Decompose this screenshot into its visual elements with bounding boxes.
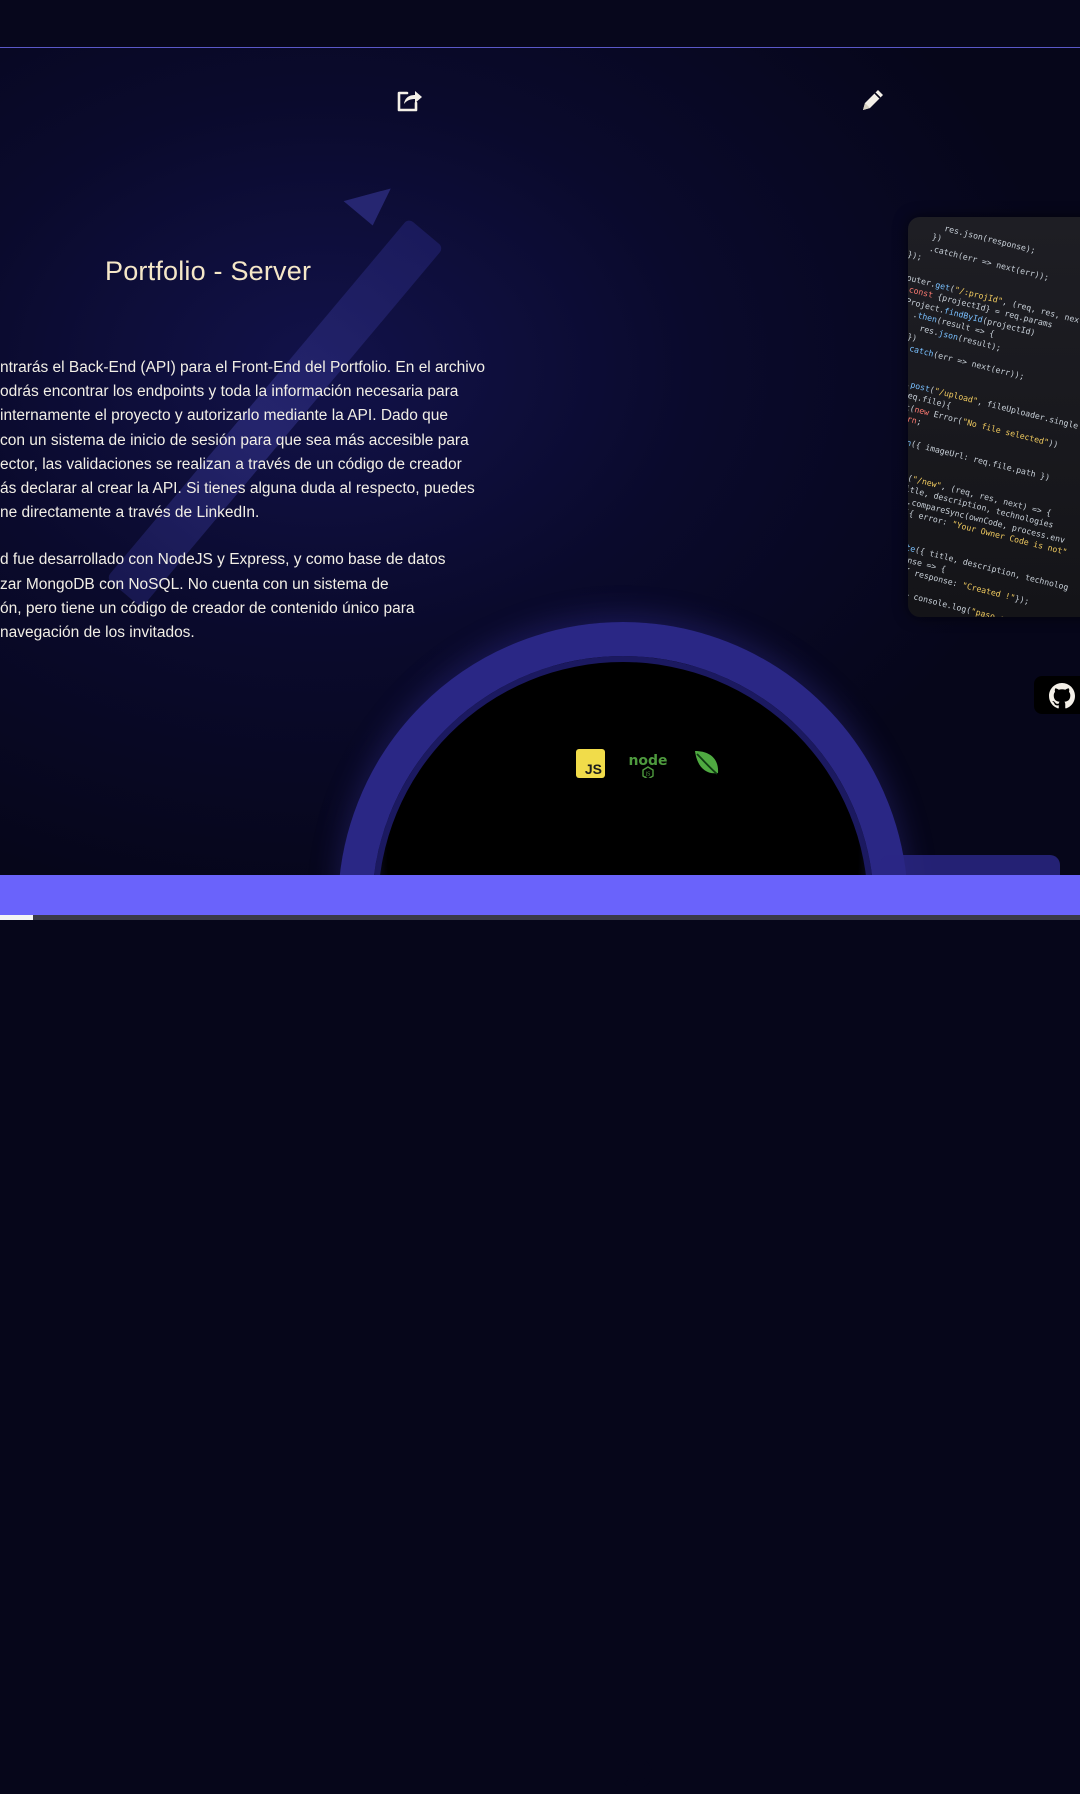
project-screenshot-code: 11 res.json(response); 12 }) 13 .catch(e… (908, 217, 1080, 617)
window-scroll-strip (0, 915, 1080, 920)
description-line: ector, las validaciones se realizan a tr… (0, 455, 462, 473)
github-icon (1049, 683, 1075, 709)
github-side-link[interactable] (1034, 676, 1080, 714)
description-line: ás declarar al crear la API. Si tienes a… (0, 480, 475, 498)
js-icon-label: JS (584, 761, 602, 777)
window-scroll-thumb[interactable] (0, 915, 33, 920)
code-image-content: 11 res.json(response); 12 }) 13 .catch(e… (908, 217, 1080, 617)
project-description: ntrarás el Back-End (API) para el Front-… (0, 356, 496, 668)
project-title: Portfolio - Server (105, 256, 312, 286)
description-paragraph-2: d fue desarrollado con NodeJS y Express,… (0, 548, 496, 645)
description-line: d fue desarrollado con NodeJS y Express,… (0, 551, 446, 569)
description-line: ne directamente a través de LinkedIn. (0, 504, 260, 522)
description-paragraph-1: ntrarás el Back-End (API) para el Front-… (0, 356, 496, 525)
svg-text:JS: JS (645, 772, 651, 778)
github-icon (621, 1758, 652, 1789)
footer (0, 875, 1080, 1789)
mongodb-leaf-icon (690, 747, 722, 779)
node-icon: node JS (626, 752, 670, 780)
share-icon[interactable] (395, 87, 423, 113)
footer-github-link[interactable] (621, 1758, 652, 1794)
top-navbar (0, 0, 1080, 48)
description-line: ntrarás el Back-End (API) para el Front-… (0, 359, 486, 376)
description-line: con un sistema de inicio de sesión para … (0, 431, 469, 449)
description-line: internamente el proyecto y autorizarlo m… (0, 407, 449, 425)
description-line: navegación de los invitados. (0, 624, 195, 642)
description-line: ón, pero tiene un código de creador de c… (0, 599, 415, 617)
js-icon: JS (576, 749, 605, 778)
description-line: odrás encontrar los endpoints y toda la … (0, 383, 459, 401)
description-line: zar MongoDB con NoSQL. No cuenta con un … (0, 575, 389, 593)
pencil-icon[interactable] (860, 87, 886, 113)
